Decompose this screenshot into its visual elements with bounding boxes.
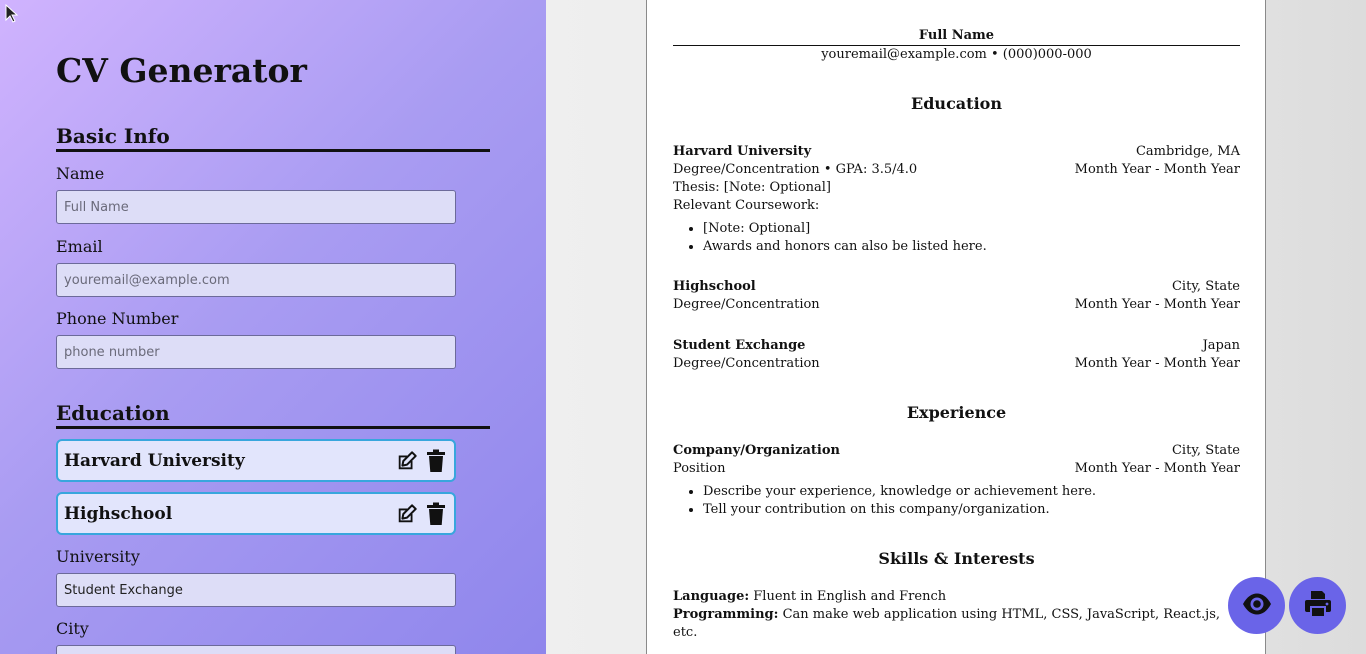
trash-icon[interactable] xyxy=(424,502,448,526)
university-input[interactable] xyxy=(56,573,456,607)
cv-location: Cambridge, MA xyxy=(1135,144,1240,159)
list-item: Tell your contribution on this company/o… xyxy=(703,501,1240,519)
cv-education-entry: Highschool City, State Degree/Concentrati… xyxy=(673,278,1240,314)
eye-icon xyxy=(1241,588,1273,624)
cv-skills: Language: Fluent in English and French P… xyxy=(673,588,1240,642)
list-item: Awards and honors can also be listed her… xyxy=(703,238,1240,256)
cv-skill-label: Programming: xyxy=(673,607,779,622)
education-heading: Education xyxy=(56,401,490,429)
name-label: Name xyxy=(56,164,105,183)
education-item-harvard[interactable]: Harvard University xyxy=(56,439,456,482)
cv-thesis: Thesis: [Note: Optional] xyxy=(673,180,831,195)
cv-preview-area: Full Name youremail@example.com • (000)0… xyxy=(546,0,1366,654)
cv-school: Harvard University xyxy=(673,144,812,159)
name-input[interactable] xyxy=(56,190,456,224)
basic-info-heading: Basic Info xyxy=(56,124,490,152)
cv-experience-entry: Company/Organization City, State Position… xyxy=(673,442,1240,519)
cv-location: City, State xyxy=(1171,443,1240,458)
cv-skill-value: Fluent in English and French xyxy=(749,589,947,604)
cv-education-heading: Education xyxy=(911,94,1002,113)
cv-dates: Month Year - Month Year xyxy=(1074,297,1240,312)
list-item: Describe your experience, knowledge or a… xyxy=(703,483,1240,501)
cv-paper: Full Name youremail@example.com • (000)0… xyxy=(646,0,1266,654)
cv-skill-label: Language: xyxy=(673,589,750,604)
education-item-highschool[interactable]: Highschool xyxy=(56,492,456,535)
university-label: University xyxy=(56,547,140,566)
cv-skill-line: Programming: Can make web application us… xyxy=(673,606,1240,642)
app-title: CV Generator xyxy=(56,51,307,90)
cv-contact: youremail@example.com • (000)000-000 xyxy=(821,47,1092,62)
email-input[interactable] xyxy=(56,263,456,297)
education-item-name: Highschool xyxy=(64,503,173,524)
phone-label: Phone Number xyxy=(56,309,179,328)
editor-panel: CV Generator Basic Info Name Email Phone… xyxy=(0,0,546,654)
mouse-pointer-icon xyxy=(5,3,19,28)
list-item: [Note: Optional] xyxy=(703,220,1240,238)
cv-education-entry: Harvard University Cambridge, MA Degree/C… xyxy=(673,143,1240,256)
cv-skills-heading: Skills & Interests xyxy=(878,549,1035,568)
cv-school: Highschool xyxy=(673,279,756,294)
cv-company: Company/Organization xyxy=(673,443,840,458)
printer-icon xyxy=(1302,588,1334,624)
cv-school: Student Exchange xyxy=(673,338,806,353)
cv-education-entry: Student Exchange Japan Degree/Concentrati… xyxy=(673,337,1240,373)
cv-experience-heading: Experience xyxy=(906,403,1007,422)
cv-degree: Degree/Concentration xyxy=(673,356,820,371)
cv-education-bullets: [Note: Optional] Awards and honors can a… xyxy=(673,220,1240,256)
cv-skill-line: Language: Fluent in English and French xyxy=(673,588,1240,606)
cv-dates: Month Year - Month Year xyxy=(1074,356,1240,371)
edit-icon[interactable] xyxy=(395,502,419,526)
city-input[interactable] xyxy=(56,645,456,654)
print-button[interactable] xyxy=(1289,577,1346,634)
city-label: City xyxy=(56,619,89,638)
cv-dates: Month Year - Month Year xyxy=(1074,162,1240,177)
trash-icon[interactable] xyxy=(424,449,448,473)
cv-full-name: Full Name xyxy=(918,28,995,43)
cv-coursework: Relevant Coursework: xyxy=(673,198,820,213)
cv-degree: Degree/Concentration xyxy=(673,297,820,312)
email-label: Email xyxy=(56,237,103,256)
cv-dates: Month Year - Month Year xyxy=(1074,461,1240,476)
cv-degree: Degree/Concentration • GPA: 3.5/4.0 xyxy=(673,162,918,177)
preview-button[interactable] xyxy=(1228,577,1285,634)
education-item-name: Harvard University xyxy=(64,450,245,471)
edit-icon[interactable] xyxy=(395,449,419,473)
phone-input[interactable] xyxy=(56,335,456,369)
cv-location: Japan xyxy=(1202,338,1240,353)
cv-location: City, State xyxy=(1171,279,1240,294)
cv-position: Position xyxy=(673,461,726,476)
cv-experience-bullets: Describe your experience, knowledge or a… xyxy=(673,483,1240,519)
